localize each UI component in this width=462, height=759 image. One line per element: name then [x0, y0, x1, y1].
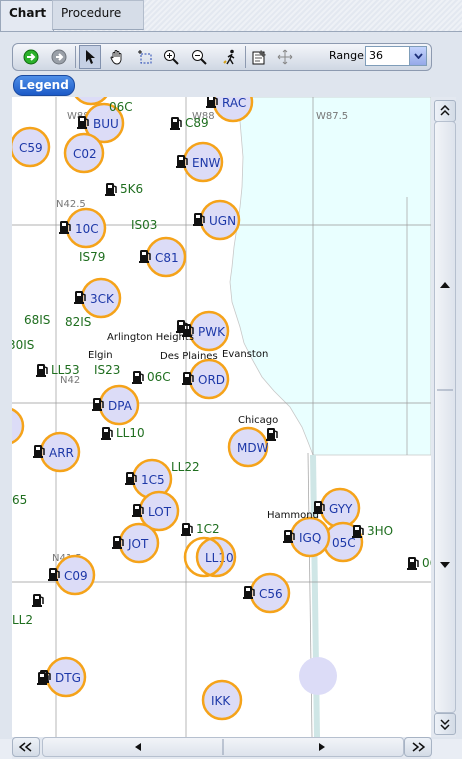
fuel-pump-icon — [407, 557, 419, 570]
airport-code: 1C2 — [196, 522, 220, 536]
airport-code: 3HO — [367, 524, 393, 538]
airport-code: RAC — [222, 97, 246, 110]
airport-code: IS23 — [94, 363, 120, 377]
airport-code: LL22 — [171, 460, 200, 474]
airport-code: DPA — [108, 399, 133, 413]
scroll-left-end-button[interactable] — [12, 737, 40, 757]
airport-code: JOT — [127, 537, 149, 551]
toolbar-separator — [75, 46, 76, 68]
fuel-pump-icon — [105, 183, 117, 196]
airport-code: LL10 — [116, 426, 145, 440]
scroll-right-end-button[interactable] — [404, 737, 432, 757]
tab-procedure[interactable]: Procedure — [52, 0, 144, 30]
move-icon[interactable] — [275, 47, 295, 67]
airport-code: 82IS — [65, 315, 91, 329]
airport-code: MDW — [237, 441, 269, 455]
airport-code: C81 — [155, 251, 179, 265]
airport-code: IS03 — [131, 218, 157, 232]
airport-code: IGQ — [299, 531, 321, 545]
airport-code: C89 — [185, 116, 209, 130]
city-label: Hammond — [267, 510, 319, 521]
airport-code: 65 — [12, 493, 27, 507]
pan-hand-icon[interactable] — [107, 47, 127, 67]
airport-code: C59 — [19, 141, 43, 155]
airport-code: LL10 — [205, 551, 234, 565]
vertical-scroll-track[interactable] — [434, 121, 456, 713]
airport-code: 06C — [109, 100, 133, 114]
stop-icon[interactable] — [49, 47, 69, 67]
airport-ring[interactable] — [12, 408, 25, 444]
airport-code: C02 — [73, 147, 97, 161]
airport-code: IKK — [211, 694, 231, 708]
grid-label: W87.5 — [316, 111, 348, 122]
airport-code: 30IS — [12, 338, 34, 352]
airport-code: C09 — [64, 569, 88, 583]
airport-code: C56 — [259, 587, 283, 601]
airport-code: 1C5 — [141, 473, 165, 487]
range-value: 36 — [369, 49, 383, 62]
horizontal-scroll-track[interactable] — [42, 737, 404, 757]
fuel-pump-icon — [32, 594, 44, 607]
airport-code: 06C — [422, 556, 431, 570]
airport-code: LL2 — [12, 613, 33, 627]
airport-code: LL53 — [51, 363, 80, 377]
range-select[interactable]: 36 — [365, 46, 427, 66]
walker-icon[interactable] — [221, 47, 241, 67]
vertical-scrollbar[interactable] — [431, 97, 456, 737]
tab-bar: Chart Procedure — [0, 0, 462, 32]
fuel-pump-icon — [266, 428, 278, 441]
zoom-in-icon[interactable] — [161, 47, 181, 67]
map-canvas: W88.5W88W87.5N42.5N42N41.5RACBUUC59C02EN… — [12, 97, 431, 737]
airport-code: ORD — [198, 373, 225, 387]
scroll-top-button[interactable] — [434, 100, 456, 122]
scroll-bottom-button[interactable] — [434, 713, 456, 735]
airport-code: PWK — [198, 325, 226, 339]
fuel-pump-icon — [352, 525, 364, 538]
city-label: Des Plaines — [160, 351, 218, 362]
airport-code: 10C — [75, 222, 99, 236]
lake-michigan — [229, 97, 431, 456]
fuel-pump-icon — [170, 117, 182, 130]
pointer-icon[interactable] — [79, 45, 101, 69]
tab-chart[interactable]: Chart — [0, 0, 54, 31]
fuel-pump-icon — [36, 364, 48, 377]
airport-code: 68IS — [24, 313, 50, 327]
fuel-pump-icon — [181, 523, 193, 536]
airport-code: ARR — [49, 446, 74, 460]
horizontal-scrollbar[interactable] — [12, 737, 432, 759]
range-label: Range — [329, 49, 364, 62]
fuel-pump-icon — [101, 427, 113, 440]
chevron-down-icon[interactable] — [409, 47, 426, 65]
airport-code: ENW — [192, 156, 221, 170]
airport-code: GYY — [329, 502, 353, 516]
chart-panel: Range 36 Legend W88 W87.5 N42.5 N42 RAC … — [0, 31, 462, 759]
city-label: Evanston — [222, 349, 268, 360]
airport-code: 3CK — [90, 292, 115, 306]
airport-code: 05C — [332, 536, 356, 550]
airport-code: 06C — [147, 370, 171, 384]
city-label: Arlington Heights — [107, 332, 194, 343]
sectional-chart-map[interactable]: W88.5W88W87.5N42.5N42N41.5RACBUUC59C02EN… — [12, 97, 431, 737]
city-label: Chicago — [238, 415, 278, 426]
properties-icon[interactable] — [249, 47, 269, 67]
map-toolbar: Range 36 — [12, 43, 432, 71]
select-region-icon[interactable] — [135, 47, 155, 67]
airport-marker — [299, 657, 337, 695]
zoom-out-icon[interactable] — [189, 47, 209, 67]
airport-code: IS79 — [79, 250, 105, 264]
city-label: Elgin — [88, 350, 113, 361]
airport-code: LOT — [148, 505, 172, 519]
go-forward-icon[interactable] — [21, 47, 41, 67]
fuel-pump-icon — [132, 371, 144, 384]
toolbar-separator — [245, 46, 246, 68]
legend-button[interactable]: Legend — [13, 75, 75, 96]
airport-code: 5K6 — [120, 182, 143, 196]
airport-code: DTG — [55, 671, 81, 685]
airport-code: BUU — [93, 117, 119, 131]
airport-code: UGN — [209, 214, 236, 228]
